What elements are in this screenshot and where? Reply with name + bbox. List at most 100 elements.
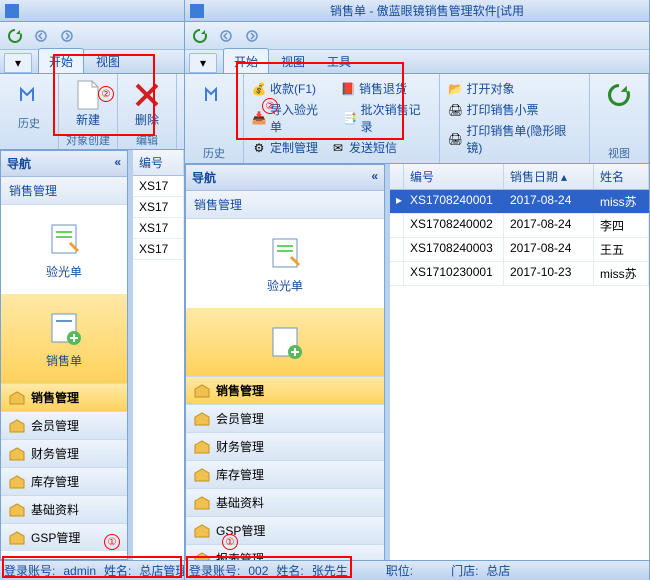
back-icon[interactable]	[30, 25, 52, 47]
navitem-basic[interactable]: 基础资料	[186, 488, 384, 516]
right-nav: 导航« 销售管理 验光单 销售管理 会员管理 财务管理 库存管理 基础资料 GS…	[185, 164, 385, 560]
sms-button[interactable]: ✉发送短信	[327, 137, 400, 158]
left-grid-body[interactable]: XS17 XS17 XS17 XS17	[133, 176, 184, 560]
sheet-add-icon	[265, 322, 305, 362]
navitem-stock[interactable]: 库存管理	[186, 460, 384, 488]
status-acct-label: 登录账号:	[4, 562, 55, 579]
nav-big-verify[interactable]: 验光单	[186, 219, 384, 308]
left-nav-list: 销售管理 会员管理 财务管理 库存管理 基础资料 GSP管理	[1, 383, 127, 551]
sheet-icon	[44, 219, 84, 259]
col-marker	[390, 164, 404, 189]
fwd-icon[interactable]	[56, 25, 78, 47]
printer-icon: 🖨	[447, 102, 463, 118]
table-row[interactable]: XS17082400032017-08-24王五	[390, 238, 649, 262]
tab-tools[interactable]: 工具	[317, 49, 361, 73]
navitem-sales[interactable]: 销售管理	[1, 383, 127, 411]
batch-icon: 📑	[342, 110, 358, 126]
navitem-member[interactable]: 会员管理	[1, 411, 127, 439]
cell: XS17	[133, 218, 184, 238]
navitem-basic[interactable]: 基础资料	[1, 495, 127, 523]
cash-button[interactable]: 💰收款(F1)	[248, 78, 319, 99]
batch-button[interactable]: 📑批次销售记录	[339, 99, 436, 137]
group-history: 历史	[4, 114, 54, 133]
history-button[interactable]	[4, 76, 54, 114]
import-icon: 📥	[251, 110, 267, 126]
navitem-label: 会员管理	[31, 417, 79, 434]
custom-icon: ⚙	[251, 140, 267, 156]
new-button[interactable]: 新建	[63, 76, 113, 131]
navitem-sales[interactable]: 销售管理	[186, 376, 384, 404]
navitem-member[interactable]: 会员管理	[186, 404, 384, 432]
status-name: 总店管理	[139, 562, 184, 579]
lbl: 打印销售小票	[466, 101, 538, 118]
delete-button[interactable]: 删除	[122, 76, 172, 131]
custom-button[interactable]: ⚙定制管理	[248, 137, 321, 158]
back-icon[interactable]	[215, 25, 237, 47]
nav-header: 导航«	[186, 165, 384, 191]
open-icon: 📂	[447, 81, 463, 97]
lbl: 打印销售单(隐形眼镜)	[466, 122, 582, 156]
chevron-left-icon[interactable]: «	[114, 155, 121, 172]
navitem-gsp[interactable]: GSP管理	[186, 516, 384, 544]
nav-section: 销售管理	[1, 177, 127, 205]
print-ticket-button[interactable]: 🖨打印销售小票	[444, 99, 585, 120]
refresh-icon[interactable]	[189, 25, 211, 47]
lbl: 发送短信	[349, 139, 397, 156]
fwd-icon[interactable]	[241, 25, 263, 47]
left-grid: 编号 XS17 XS17 XS17 XS17	[133, 150, 184, 560]
open-obj-button[interactable]: 📂打开对象	[444, 78, 585, 99]
tab-view[interactable]: 视图	[271, 49, 315, 73]
tab-start[interactable]: 开始	[223, 48, 269, 73]
right-grid: 编号 销售日期▴ 姓名 ▸XS17082400012017-08-24miss苏…	[390, 164, 649, 560]
navitem-stock[interactable]: 库存管理	[1, 467, 127, 495]
app-icon	[189, 3, 205, 19]
lbl: 导入验光单	[270, 101, 330, 135]
lbl: 收款(F1)	[270, 80, 316, 97]
group-obj: 对象创建	[63, 131, 113, 150]
navitem-label: 财务管理	[31, 445, 79, 462]
nav-big-sales[interactable]	[186, 308, 384, 376]
group-history: 历史	[189, 144, 239, 163]
sms-icon: ✉	[330, 140, 346, 156]
tab-start[interactable]: 开始	[38, 48, 84, 73]
refresh-icon	[603, 79, 635, 111]
status-acct: admin	[63, 564, 96, 578]
col-date[interactable]: 销售日期▴	[504, 164, 594, 189]
left-statusbar: 登录账号:admin 姓名:总店管理	[0, 560, 184, 580]
col-id[interactable]: 编号	[133, 150, 184, 175]
navitem-finance[interactable]: 财务管理	[1, 439, 127, 467]
import-button[interactable]: 📥导入验光单	[248, 99, 333, 137]
nav-title: 导航	[7, 155, 31, 172]
view-refresh-button[interactable]	[594, 76, 644, 114]
nav-big-sales[interactable]: 销售单	[1, 294, 127, 383]
delete-label: 删除	[135, 111, 159, 128]
view-toggle[interactable]: ▾	[189, 53, 217, 73]
nav-big-verify[interactable]: 验光单	[1, 205, 127, 294]
navitem-gsp[interactable]: GSP管理	[1, 523, 127, 551]
right-titlebar: 销售单 - 傲蓝眼镜销售管理软件[试用	[185, 0, 649, 22]
tab-view[interactable]: 视图	[86, 49, 130, 73]
return-button[interactable]: 📕销售退货	[337, 78, 410, 99]
col-name[interactable]: 姓名	[594, 164, 649, 189]
print-sheet-button[interactable]: 🖨打印销售单(隐形眼镜)	[444, 120, 585, 158]
cell: XS17	[133, 239, 184, 259]
chevron-left-icon[interactable]: «	[371, 169, 378, 186]
table-row[interactable]: XS17102300012017-10-23miss苏	[390, 262, 649, 286]
sheet-icon	[265, 233, 305, 273]
table-row[interactable]: XS17082400022017-08-24李四	[390, 214, 649, 238]
newdoc-icon	[72, 79, 104, 111]
sheet-add-icon	[44, 308, 84, 348]
view-toggle[interactable]: ▾	[4, 53, 32, 73]
right-statusbar: 登录账号:002 姓名:张先生 职位: 门店:总店	[185, 560, 649, 580]
refresh-icon[interactable]	[4, 25, 26, 47]
table-row[interactable]: ▸XS17082400012017-08-24miss苏	[390, 190, 649, 214]
left-ribbon: 历史 新建 对象创建 删除 编辑	[0, 74, 184, 150]
col-id[interactable]: 编号	[404, 164, 504, 189]
nav-big-verify-label: 验光单	[46, 263, 82, 280]
group-view: 视图	[594, 144, 644, 163]
left-titlebar	[0, 0, 184, 22]
history-button[interactable]	[189, 76, 239, 114]
navitem-finance[interactable]: 财务管理	[186, 432, 384, 460]
group-edit: 编辑	[122, 131, 172, 150]
right-grid-body[interactable]: ▸XS17082400012017-08-24miss苏 XS170824000…	[390, 190, 649, 560]
